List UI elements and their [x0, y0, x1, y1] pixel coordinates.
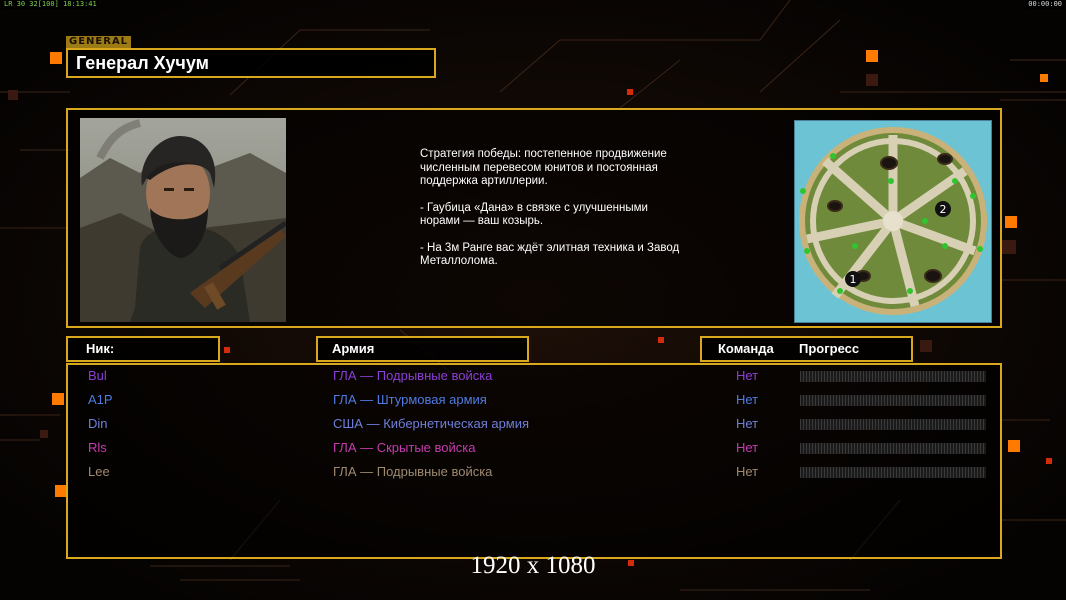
player-row[interactable]: A1P ГЛА — Штурмовая армия Нет [68, 392, 1000, 412]
player-team: Нет [736, 464, 759, 479]
player-nick: Bul [88, 368, 107, 383]
player-progress-bar [800, 395, 986, 406]
player-progress-bar [800, 467, 986, 478]
player-row[interactable]: Bul ГЛА — Подрывные войска Нет [68, 368, 1000, 388]
player-team: Нет [736, 368, 759, 383]
strategy-text-1: Стратегия победы: постепенное продвижени… [420, 148, 667, 187]
player-army: ГЛА — Штурмовая армия [333, 392, 487, 407]
team-header-label: Команда [718, 341, 774, 356]
strategy-text-2: - Гаубица «Дана» в связке с улучшенными … [420, 201, 648, 228]
map-marker-2: 2 [940, 203, 947, 216]
general-title-box: Генерал Хучум [66, 48, 436, 78]
map-preview[interactable]: 1 2 [794, 120, 992, 323]
column-header-nick: Ник: [66, 336, 220, 362]
nick-header-label: Ник: [86, 341, 115, 356]
player-progress-bar [800, 371, 986, 382]
player-nick: A1P [88, 392, 113, 407]
top-status-bar: LR 30 32[100] 18:13:41 00:00:00 [0, 0, 1066, 10]
player-army: ГЛА — Скрытые войска [333, 440, 476, 455]
resolution-label: 1920 x 1080 [470, 552, 596, 579]
player-team: Нет [736, 392, 759, 407]
map-marker-1: 1 [850, 273, 857, 286]
players-panel: Bul ГЛА — Подрывные войска Нет A1P ГЛА — Шту… [66, 363, 1002, 559]
player-nick: Rls [88, 440, 107, 455]
fps-counter: LR 30 32[100] 18:13:41 [2, 0, 99, 9]
player-progress-bar [800, 443, 986, 454]
progress-header-label: Прогресс [799, 341, 860, 356]
game-timer: 00:00:00 [1026, 0, 1064, 9]
player-army: США — Кибернетическая армия [333, 416, 530, 431]
column-header-army: Армия [316, 336, 529, 362]
player-team: Нет [736, 440, 759, 455]
player-army: ГЛА — Подрывные войска [333, 368, 493, 383]
column-header-team-progress: Команда Прогресс [700, 336, 913, 362]
general-tag: GENERAL [66, 36, 132, 48]
player-nick: Din [88, 416, 108, 431]
player-row[interactable]: Rls ГЛА — Скрытые войска Нет [68, 440, 1000, 460]
army-header-label: Армия [332, 341, 375, 356]
player-row[interactable]: Lee ГЛА — Подрывные войска Нет [68, 464, 1000, 484]
player-army: ГЛА — Подрывные войска [333, 464, 493, 479]
player-nick: Lee [88, 464, 110, 479]
strategy-description: Стратегия победы: постепенное продвижени… [420, 148, 680, 282]
general-portrait [80, 118, 286, 322]
general-name: Генерал Хучум [76, 53, 209, 73]
strategy-text-3: - На 3м Ранге вас ждёт элитная техника и… [420, 241, 680, 268]
general-info-panel: Стратегия победы: постепенное продвижени… [66, 108, 1002, 328]
player-team: Нет [736, 416, 759, 431]
player-progress-bar [800, 419, 986, 430]
player-row[interactable]: Din США — Кибернетическая армия Нет [68, 416, 1000, 436]
